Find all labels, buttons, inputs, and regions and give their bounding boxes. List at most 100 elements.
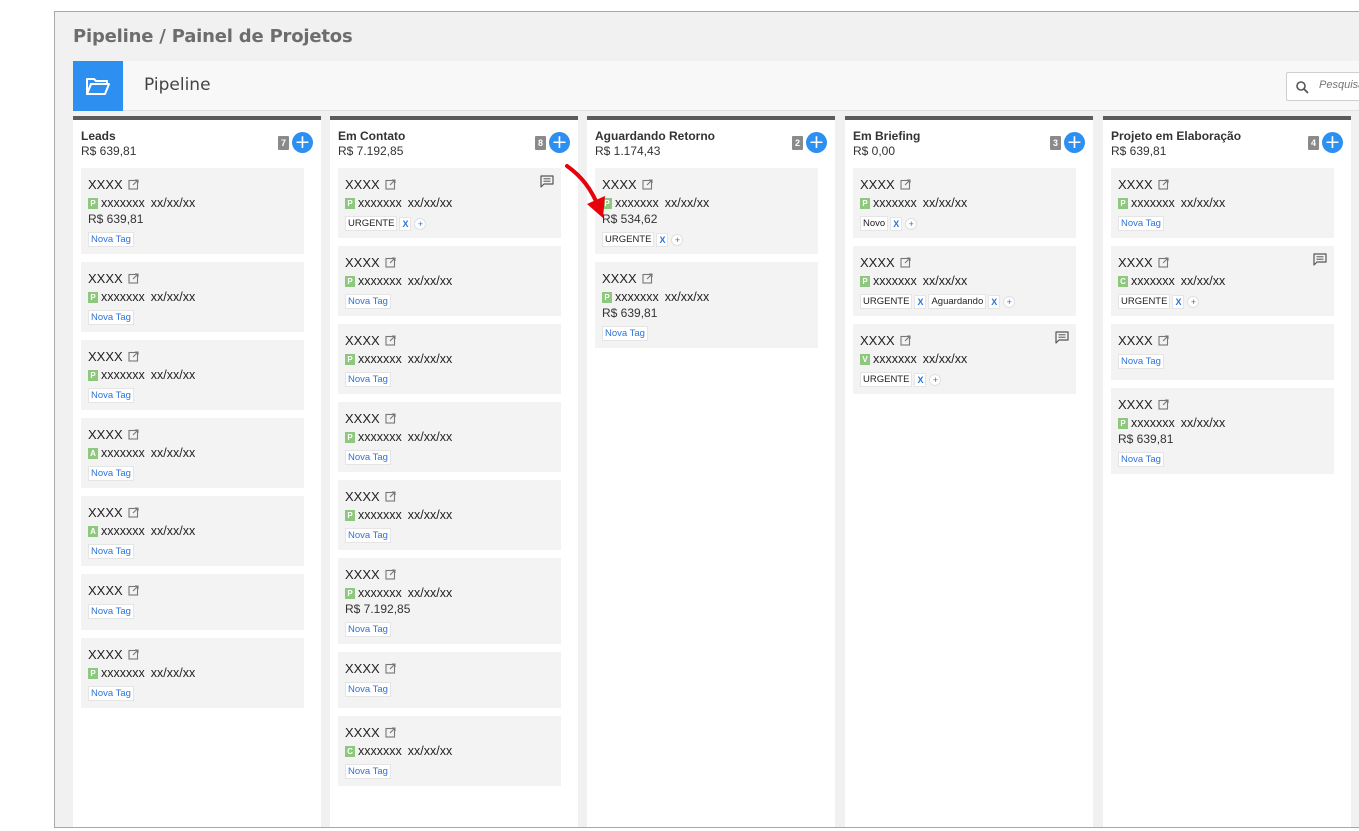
pipeline-card[interactable]: XXXX Pxxxxxxx xx/xx/xx Nova Tag — [338, 402, 561, 472]
pipeline-card[interactable]: XXXX Pxxxxxxx xx/xx/xx Nova Tag — [81, 340, 304, 410]
card-title[interactable]: XXXX — [88, 583, 297, 598]
pipeline-card[interactable]: XXXX Pxxxxxxx xx/xx/xx R$ 639,81 Nova Tag — [81, 168, 304, 254]
pipeline-card[interactable]: XXXX Pxxxxxxx xx/xx/xx Nova Tag — [81, 638, 304, 708]
new-tag-button[interactable]: Nova Tag — [345, 528, 391, 543]
add-tag-button[interactable]: + — [1187, 295, 1200, 308]
external-link-icon[interactable] — [128, 649, 139, 660]
remove-tag-button[interactable]: X — [914, 294, 927, 309]
new-tag-button[interactable]: Nova Tag — [88, 686, 134, 701]
remove-tag-button[interactable]: X — [1172, 294, 1185, 309]
card-title[interactable]: XXXX — [1118, 333, 1327, 348]
remove-tag-button[interactable]: X — [890, 216, 903, 231]
pipeline-card[interactable]: XXXX Pxxxxxxx xx/xx/xx R$ 7.192,85 Nova Tag — [338, 558, 561, 644]
card-title[interactable]: XXXX — [345, 411, 554, 426]
add-card-button[interactable]: + — [1322, 132, 1343, 153]
add-tag-button[interactable]: + — [905, 217, 918, 230]
external-link-icon[interactable] — [128, 429, 139, 440]
add-tag-button[interactable]: + — [929, 373, 942, 386]
external-link-icon[interactable] — [1158, 335, 1169, 346]
card-title[interactable]: XXXX — [345, 255, 554, 270]
pipeline-card[interactable]: XXXX Pxxxxxxx xx/xx/xx Nova Tag — [338, 246, 561, 316]
card-title[interactable]: XXXX — [1118, 397, 1327, 412]
card-title[interactable]: XXXX — [860, 177, 1069, 192]
card-title[interactable]: XXXX — [345, 661, 554, 676]
card-title[interactable]: XXXX — [88, 177, 297, 192]
card-title[interactable]: XXXX — [345, 177, 554, 192]
add-card-button[interactable]: + — [1064, 132, 1085, 153]
pipeline-card[interactable]: XXXX Pxxxxxxx xx/xx/xx URGENTE X + — [338, 168, 561, 238]
external-link-icon[interactable] — [385, 569, 396, 580]
card-title[interactable]: XXXX — [88, 349, 297, 364]
pipeline-card[interactable]: XXXX Pxxxxxxx xx/xx/xx Nova Tag — [338, 324, 561, 394]
new-tag-button[interactable]: Nova Tag — [345, 622, 391, 637]
comment-icon[interactable] — [1313, 253, 1327, 271]
pipeline-card[interactable]: XXXX Pxxxxxxx xx/xx/xx Nova Tag — [1111, 168, 1334, 238]
card-title[interactable]: XXXX — [1118, 255, 1327, 270]
add-tag-button[interactable]: + — [1003, 295, 1016, 308]
external-link-icon[interactable] — [900, 257, 911, 268]
pipeline-card[interactable]: XXXX Cxxxxxxx xx/xx/xx URGENTE X + — [1111, 246, 1334, 316]
external-link-icon[interactable] — [128, 179, 139, 190]
new-tag-button[interactable]: Nova Tag — [88, 232, 134, 247]
add-card-button[interactable]: + — [292, 132, 313, 153]
new-tag-button[interactable]: Nova Tag — [88, 604, 134, 619]
pipeline-card[interactable]: XXXX Pxxxxxxx xx/xx/xx R$ 639,81 Nova Tag — [1111, 388, 1334, 474]
new-tag-button[interactable]: Nova Tag — [1118, 354, 1164, 369]
add-card-button[interactable]: + — [806, 132, 827, 153]
add-tag-button[interactable]: + — [671, 233, 684, 246]
card-title[interactable]: XXXX — [88, 271, 297, 286]
new-tag-button[interactable]: Nova Tag — [88, 388, 134, 403]
new-tag-button[interactable]: Nova Tag — [345, 372, 391, 387]
external-link-icon[interactable] — [1158, 399, 1169, 410]
search-box[interactable] — [1286, 72, 1359, 101]
card-title[interactable]: XXXX — [88, 647, 297, 662]
card-title[interactable]: XXXX — [345, 489, 554, 504]
external-link-icon[interactable] — [900, 179, 911, 190]
new-tag-button[interactable]: Nova Tag — [345, 764, 391, 779]
external-link-icon[interactable] — [900, 335, 911, 346]
external-link-icon[interactable] — [385, 413, 396, 424]
search-input[interactable] — [1319, 79, 1359, 91]
external-link-icon[interactable] — [1158, 257, 1169, 268]
card-title[interactable]: XXXX — [345, 567, 554, 582]
card-title[interactable]: XXXX — [860, 255, 1069, 270]
comment-icon[interactable] — [1055, 331, 1069, 349]
pipeline-card[interactable]: XXXX Nova Tag — [81, 574, 304, 630]
external-link-icon[interactable] — [642, 179, 653, 190]
new-tag-button[interactable]: Nova Tag — [345, 682, 391, 697]
new-tag-button[interactable]: Nova Tag — [88, 544, 134, 559]
external-link-icon[interactable] — [385, 491, 396, 502]
external-link-icon[interactable] — [385, 179, 396, 190]
card-title[interactable]: XXXX — [1118, 177, 1327, 192]
external-link-icon[interactable] — [385, 335, 396, 346]
pipeline-card[interactable]: XXXX Cxxxxxxx xx/xx/xx Nova Tag — [338, 716, 561, 786]
external-link-icon[interactable] — [385, 663, 396, 674]
new-tag-button[interactable]: Nova Tag — [1118, 216, 1164, 231]
add-tag-button[interactable]: + — [414, 217, 427, 230]
pipeline-card[interactable]: XXXX Nova Tag — [1111, 324, 1334, 380]
external-link-icon[interactable] — [1158, 179, 1169, 190]
pipeline-card[interactable]: XXXX Pxxxxxxx xx/xx/xx R$ 534,62 URGENTE X + — [595, 168, 818, 254]
card-title[interactable]: XXXX — [860, 333, 1069, 348]
external-link-icon[interactable] — [385, 727, 396, 738]
add-card-button[interactable]: + — [549, 132, 570, 153]
card-title[interactable]: XXXX — [602, 271, 811, 286]
external-link-icon[interactable] — [128, 507, 139, 518]
external-link-icon[interactable] — [385, 257, 396, 268]
new-tag-button[interactable]: Nova Tag — [88, 466, 134, 481]
new-tag-button[interactable]: Nova Tag — [345, 450, 391, 465]
pipeline-card[interactable]: XXXX Pxxxxxxx xx/xx/xx R$ 639,81 Nova Tag — [595, 262, 818, 348]
card-title[interactable]: XXXX — [345, 725, 554, 740]
comment-icon[interactable] — [540, 175, 554, 193]
remove-tag-button[interactable]: X — [399, 216, 412, 231]
external-link-icon[interactable] — [128, 585, 139, 596]
pipeline-card[interactable]: XXXX Nova Tag — [338, 652, 561, 708]
pipeline-card[interactable]: XXXX Vxxxxxxx xx/xx/xx URGENTE X + — [853, 324, 1076, 394]
pipeline-card[interactable]: XXXX Pxxxxxxx xx/xx/xx URGENTE X Aguardando X + — [853, 246, 1076, 316]
new-tag-button[interactable]: Nova Tag — [88, 310, 134, 325]
remove-tag-button[interactable]: X — [656, 232, 669, 247]
card-title[interactable]: XXXX — [88, 505, 297, 520]
card-title[interactable]: XXXX — [345, 333, 554, 348]
new-tag-button[interactable]: Nova Tag — [345, 294, 391, 309]
card-title[interactable]: XXXX — [602, 177, 811, 192]
